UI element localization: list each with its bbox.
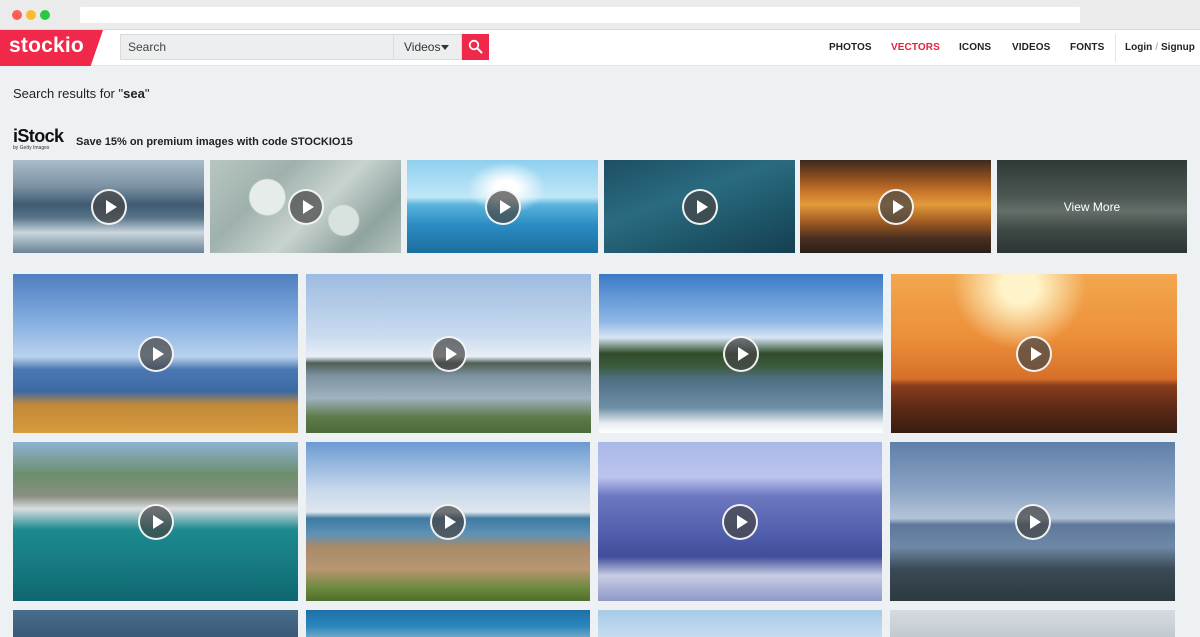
stockio-logo[interactable]: stockio: [0, 30, 103, 66]
video-thumbnail[interactable]: [890, 442, 1175, 601]
maximize-window-icon[interactable]: [40, 10, 50, 20]
view-more-label: View More: [997, 160, 1187, 253]
site-header: stockio Videos PHOTOS VECTORS ICONS VIDE…: [0, 30, 1200, 66]
close-window-icon[interactable]: [12, 10, 22, 20]
istock-thumbnail[interactable]: [13, 160, 204, 253]
video-thumbnail[interactable]: [306, 274, 591, 433]
account-links: Login / Signup: [1125, 30, 1195, 66]
search-box: Videos: [120, 34, 462, 60]
address-bar[interactable]: [80, 7, 1080, 23]
nav-divider: [1115, 34, 1116, 62]
video-thumbnail[interactable]: [13, 610, 298, 637]
play-icon: [722, 503, 758, 540]
results-suffix: ": [144, 86, 150, 101]
video-thumbnail[interactable]: [306, 610, 590, 637]
play-icon: [877, 188, 914, 225]
istock-logo[interactable]: iStock by Getty Images: [13, 126, 73, 152]
video-thumbnail[interactable]: [13, 442, 298, 601]
nav-photos[interactable]: PHOTOS: [829, 30, 872, 66]
istock-thumbnail[interactable]: [407, 160, 598, 253]
video-thumbnail[interactable]: [890, 610, 1175, 637]
play-icon: [137, 503, 174, 540]
istock-thumbnail[interactable]: [210, 160, 401, 253]
search-icon: [468, 39, 483, 54]
media-type-label: Videos: [404, 40, 441, 54]
account-separator: /: [1155, 42, 1158, 53]
signup-link[interactable]: Signup: [1161, 42, 1195, 53]
istock-thumbnail[interactable]: [604, 160, 795, 253]
play-icon: [90, 188, 127, 225]
results-query: sea: [123, 86, 145, 101]
search-results-heading: Search results for "sea": [13, 86, 149, 101]
login-link[interactable]: Login: [1125, 42, 1152, 53]
nav-vectors[interactable]: VECTORS: [891, 30, 940, 66]
istock-promo-text: Save 15% on premium images with code STO…: [76, 136, 353, 148]
video-thumbnail[interactable]: [13, 274, 298, 433]
results-prefix: Search results for ": [13, 86, 124, 101]
istock-thumbnail[interactable]: [800, 160, 991, 253]
video-thumbnail[interactable]: [891, 274, 1177, 433]
play-icon: [287, 188, 324, 225]
play-icon: [430, 335, 467, 372]
search-input[interactable]: [121, 35, 393, 59]
play-icon: [681, 188, 718, 225]
play-icon: [723, 335, 759, 372]
video-thumbnail[interactable]: [598, 610, 882, 637]
video-thumbnail[interactable]: [599, 274, 883, 433]
media-type-dropdown[interactable]: Videos: [393, 35, 463, 59]
istock-logo-subtitle: by Getty Images: [13, 145, 50, 151]
logo-text: stockio: [9, 34, 84, 57]
video-thumbnail[interactable]: [598, 442, 882, 601]
video-thumbnail[interactable]: [306, 442, 590, 601]
search-button[interactable]: [462, 34, 489, 60]
nav-videos[interactable]: VIDEOS: [1012, 30, 1050, 66]
caret-down-icon: [441, 45, 449, 50]
istock-view-more-tile[interactable]: View More: [997, 160, 1187, 253]
browser-chrome: [0, 0, 1200, 30]
play-icon: [137, 335, 174, 372]
play-icon: [1016, 335, 1052, 372]
minimize-window-icon[interactable]: [26, 10, 36, 20]
istock-logo-word: iStock: [13, 126, 64, 146]
play-icon: [484, 188, 521, 225]
play-icon: [430, 503, 466, 540]
nav-fonts[interactable]: FONTS: [1070, 30, 1104, 66]
play-icon: [1014, 503, 1051, 540]
nav-icons[interactable]: ICONS: [959, 30, 991, 66]
